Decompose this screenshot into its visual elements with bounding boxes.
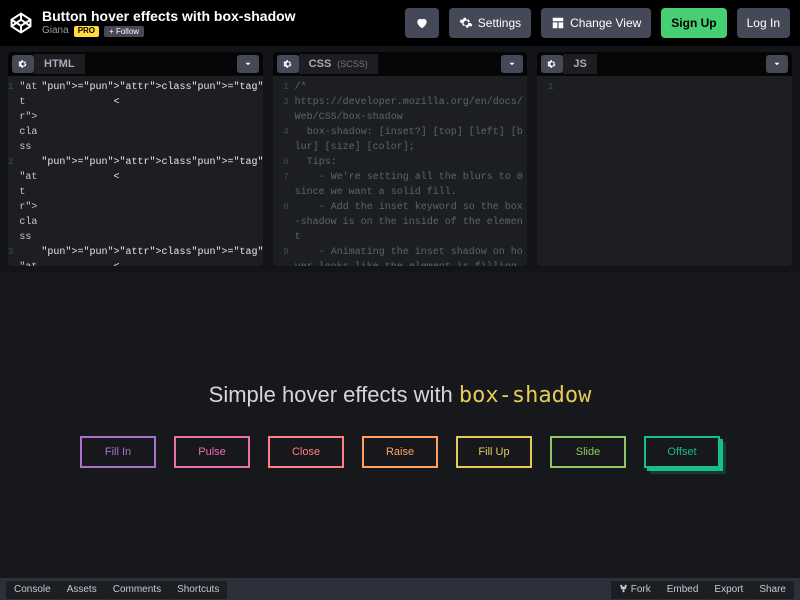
js-chevron-button[interactable] bbox=[766, 55, 788, 73]
heart-icon bbox=[415, 16, 429, 30]
footer-assets-button[interactable]: Assets bbox=[59, 581, 105, 599]
html-tab-label: HTML bbox=[44, 58, 75, 70]
footer-fork-button[interactable]: Fork bbox=[611, 581, 659, 599]
chevron-down-icon bbox=[507, 59, 517, 69]
change-view-label: Change View bbox=[570, 16, 641, 30]
settings-button[interactable]: Settings bbox=[449, 8, 531, 38]
preview-heading-text: Simple hover effects with bbox=[209, 382, 459, 407]
css-tab-sub: (SCSS) bbox=[337, 59, 368, 69]
gear-icon bbox=[283, 59, 293, 69]
gear-icon bbox=[18, 59, 28, 69]
footer-share-button[interactable]: Share bbox=[751, 581, 794, 599]
preview-button-slide[interactable]: Slide bbox=[550, 436, 626, 468]
html-chevron-button[interactable] bbox=[237, 55, 259, 73]
preview-button-fill-in[interactable]: Fill In bbox=[80, 436, 156, 468]
fork-icon bbox=[619, 584, 628, 593]
footer-bar: ConsoleAssetsCommentsShortcuts ForkEmbed… bbox=[0, 578, 800, 600]
title-block: Button hover effects with box-shadow Gia… bbox=[42, 9, 296, 37]
css-tab-label: CSS bbox=[309, 58, 332, 70]
footer-console-button[interactable]: Console bbox=[6, 581, 59, 599]
js-tab[interactable]: JS bbox=[563, 54, 596, 74]
editor-row: HTML 1"attr">class"pun">="pun"><"attr">c… bbox=[0, 46, 800, 266]
app-header: Button hover effects with box-shadow Gia… bbox=[0, 0, 800, 46]
preview-button-fill-up[interactable]: Fill Up bbox=[456, 436, 532, 468]
preview-button-raise[interactable]: Raise bbox=[362, 436, 438, 468]
css-tab[interactable]: CSS (SCSS) bbox=[299, 54, 378, 74]
preview-heading-code: box-shadow bbox=[459, 383, 591, 408]
css-pane: CSS (SCSS) 1/*3https://developer.mozilla… bbox=[273, 52, 528, 266]
css-settings-button[interactable] bbox=[277, 55, 299, 73]
js-tab-label: JS bbox=[573, 58, 586, 70]
html-settings-button[interactable] bbox=[12, 55, 34, 73]
css-chevron-button[interactable] bbox=[501, 55, 523, 73]
html-pane: HTML 1"attr">class"pun">="pun"><"attr">c… bbox=[8, 52, 263, 266]
gear-icon bbox=[459, 16, 473, 30]
pro-badge: PRO bbox=[74, 26, 99, 36]
pen-title: Button hover effects with box-shadow bbox=[42, 9, 296, 24]
author-name[interactable]: Giana bbox=[42, 26, 69, 37]
footer-embed-button[interactable]: Embed bbox=[659, 581, 707, 599]
settings-label: Settings bbox=[478, 16, 521, 30]
chevron-down-icon bbox=[243, 59, 253, 69]
footer-comments-button[interactable]: Comments bbox=[105, 581, 169, 599]
gear-icon bbox=[547, 59, 557, 69]
preview-button-pulse[interactable]: Pulse bbox=[174, 436, 250, 468]
html-editor[interactable]: 1"attr">class"pun">="pun"><"attr">class"… bbox=[8, 76, 263, 266]
preview-button-close[interactable]: Close bbox=[268, 436, 344, 468]
preview-button-row: Fill In Pulse Close Raise Fill Up Slide Offset bbox=[80, 436, 720, 468]
follow-button[interactable]: Follow bbox=[104, 26, 144, 37]
preview-heading: Simple hover effects with box-shadow bbox=[209, 382, 592, 408]
preview-button-offset[interactable]: Offset bbox=[644, 436, 720, 468]
login-button[interactable]: Log In bbox=[737, 8, 790, 38]
js-settings-button[interactable] bbox=[541, 55, 563, 73]
css-editor[interactable]: 1/*3https://developer.mozilla.org/en/doc… bbox=[273, 76, 528, 266]
change-view-button[interactable]: Change View bbox=[541, 8, 651, 38]
chevron-down-icon bbox=[772, 59, 782, 69]
codepen-logo-icon bbox=[10, 12, 32, 34]
footer-shortcuts-button[interactable]: Shortcuts bbox=[169, 581, 227, 599]
signup-button[interactable]: Sign Up bbox=[661, 8, 726, 38]
layout-icon bbox=[551, 16, 565, 30]
footer-export-button[interactable]: Export bbox=[706, 581, 751, 599]
html-tab[interactable]: HTML bbox=[34, 54, 85, 74]
result-preview: Simple hover effects with box-shadow Fil… bbox=[0, 272, 800, 578]
js-editor[interactable]: 1 bbox=[537, 76, 792, 266]
js-pane: JS 1 bbox=[537, 52, 792, 266]
heart-button[interactable] bbox=[405, 8, 439, 38]
